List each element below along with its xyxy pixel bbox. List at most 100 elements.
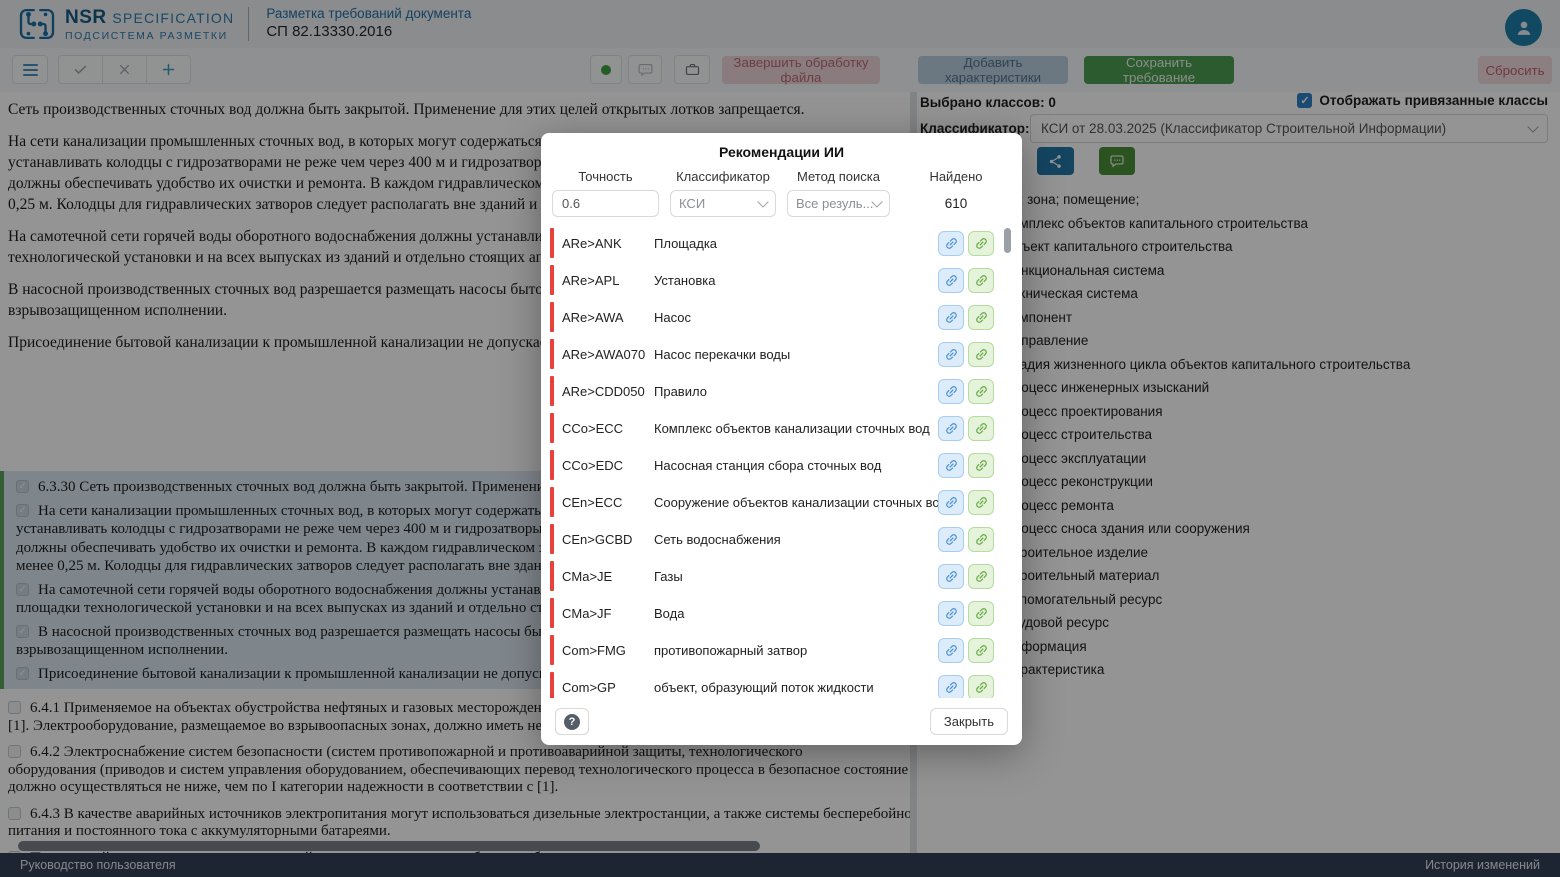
link-class-button[interactable] [938, 268, 964, 293]
recommendation-row[interactable]: ARe>AWA Насос [541, 299, 1022, 336]
link-icon [944, 606, 959, 621]
recommendation-row[interactable]: ARe>CDD050 Правило [541, 373, 1022, 410]
recommendation-row[interactable]: CCo>EDC Насосная станция сбора сточных в… [541, 447, 1022, 484]
class-code: ARe>AWA [562, 310, 654, 325]
recommendation-row[interactable]: CEn>ECC Сооружение объектов канализации … [541, 484, 1022, 521]
link-class-button[interactable] [938, 305, 964, 330]
help-button[interactable]: ? [555, 708, 589, 735]
class-name: Комплекс объектов канализации сточных во… [654, 421, 938, 436]
modal-scrollbar[interactable] [1004, 228, 1011, 253]
link-icon [944, 347, 959, 362]
link-characteristic-button[interactable] [968, 231, 994, 256]
link-characteristic-button[interactable] [968, 564, 994, 589]
link-characteristic-button[interactable] [968, 342, 994, 367]
class-code: CMa>JF [562, 606, 654, 621]
class-code: CMa>JE [562, 569, 654, 584]
class-name: Установка [654, 273, 938, 288]
link-class-button[interactable] [938, 490, 964, 515]
class-code: Com>FMG [562, 643, 654, 658]
relevance-bar [550, 561, 554, 591]
link-characteristic-button[interactable] [968, 490, 994, 515]
recommendation-row[interactable]: CMa>JE Газы [541, 558, 1022, 595]
link-icon [944, 310, 959, 325]
class-name: Вода [654, 606, 938, 621]
classifier-filter-select[interactable]: КСИ [670, 190, 776, 217]
search-method-select[interactable]: Все резуль... [787, 190, 890, 217]
link-icon [974, 643, 989, 658]
relevance-bar [550, 265, 554, 295]
link-class-button[interactable] [938, 453, 964, 478]
chevron-down-icon [757, 196, 768, 207]
link-class-button[interactable] [938, 638, 964, 663]
accuracy-label: Точность [578, 169, 632, 184]
link-icon [944, 495, 959, 510]
link-icon [974, 310, 989, 325]
link-icon [944, 643, 959, 658]
class-name: Площадка [654, 236, 938, 251]
recommendation-row[interactable]: ARe>APL Установка [541, 262, 1022, 299]
link-characteristic-button[interactable] [968, 638, 994, 663]
close-modal-button[interactable]: Закрыть [930, 708, 1008, 735]
recommendation-row[interactable]: CEn>GCBD Сеть водоснабжения [541, 521, 1022, 558]
link-icon [974, 458, 989, 473]
modal-filters: Точность Классификатор КСИ Метод поиска … [541, 160, 1022, 217]
class-name: Сеть водоснабжения [654, 532, 938, 547]
link-class-button[interactable] [938, 527, 964, 552]
accuracy-input[interactable] [552, 190, 659, 217]
link-class-button[interactable] [938, 379, 964, 404]
link-icon [974, 569, 989, 584]
link-characteristic-button[interactable] [968, 527, 994, 552]
relevance-bar [550, 339, 554, 369]
class-code: ARe>AWA070 [562, 347, 654, 362]
link-class-button[interactable] [938, 416, 964, 441]
link-icon [944, 384, 959, 399]
link-icon [974, 532, 989, 547]
class-code: CCo>ECC [562, 421, 654, 436]
relevance-bar [550, 524, 554, 554]
link-characteristic-button[interactable] [968, 268, 994, 293]
class-code: CCo>EDC [562, 458, 654, 473]
link-characteristic-button[interactable] [968, 453, 994, 478]
search-method-value: Все резуль... [796, 196, 873, 211]
link-characteristic-button[interactable] [968, 675, 994, 698]
help-icon: ? [564, 714, 580, 730]
recommendations-list: ARe>ANK Площадка ARe>APL Установка ARe>A… [541, 225, 1022, 698]
link-characteristic-button[interactable] [968, 379, 994, 404]
link-class-button[interactable] [938, 564, 964, 589]
link-class-button[interactable] [938, 231, 964, 256]
recommendation-row[interactable]: ARe>ANK Площадка [541, 225, 1022, 262]
relevance-bar [550, 672, 554, 698]
relevance-bar [550, 413, 554, 443]
found-count: 610 [945, 196, 968, 211]
class-code: ARe>ANK [562, 236, 654, 251]
class-name: Газы [654, 569, 938, 584]
recommendation-row[interactable]: Com>GP объект, образующий поток жидкости [541, 669, 1022, 698]
link-characteristic-button[interactable] [968, 601, 994, 626]
recommendation-row[interactable]: CMa>JF Вода [541, 595, 1022, 632]
class-name: Правило [654, 384, 938, 399]
class-name: Насос перекачки воды [654, 347, 938, 362]
link-icon [974, 421, 989, 436]
modal-title: Рекомендации ИИ [541, 133, 1022, 160]
classifier-filter-value: КСИ [679, 196, 759, 211]
class-code: ARe>CDD050 [562, 384, 654, 399]
link-icon [944, 532, 959, 547]
link-class-button[interactable] [938, 601, 964, 626]
recommendation-row[interactable]: CCo>ECC Комплекс объектов канализации ст… [541, 410, 1022, 447]
found-label: Найдено [929, 169, 982, 184]
link-characteristic-button[interactable] [968, 305, 994, 330]
ai-recommendations-modal: Рекомендации ИИ Точность Классификатор К… [541, 133, 1022, 745]
link-icon [974, 680, 989, 695]
class-code: CEn>ECC [562, 495, 654, 510]
link-class-button[interactable] [938, 675, 964, 698]
recommendation-row[interactable]: ARe>AWA070 Насос перекачки воды [541, 336, 1022, 373]
search-method-label: Метод поиска [797, 169, 880, 184]
link-icon [974, 495, 989, 510]
link-icon [974, 236, 989, 251]
link-characteristic-button[interactable] [968, 416, 994, 441]
recommendation-row[interactable]: Com>FMG противопожарный затвор [541, 632, 1022, 669]
link-class-button[interactable] [938, 342, 964, 367]
class-name: противопожарный затвор [654, 643, 938, 658]
link-icon [944, 569, 959, 584]
app-screen: NSR SPECIFICATION ПОДСИСТЕМА РАЗМЕТКИ Ра… [0, 0, 1560, 877]
